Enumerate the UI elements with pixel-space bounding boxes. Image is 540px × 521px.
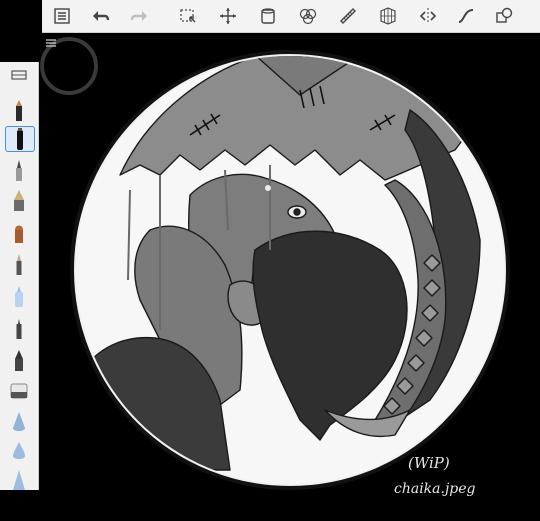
shapes-icon[interactable] — [490, 3, 518, 29]
transform-icon[interactable] — [214, 3, 242, 29]
puck-menu-icon[interactable] — [46, 39, 56, 47]
airbrush-icon[interactable] — [5, 284, 33, 308]
marker-icon[interactable] — [5, 126, 35, 152]
redo-icon[interactable] — [126, 3, 154, 29]
calligraphy-nib-icon[interactable] — [5, 348, 33, 372]
top-toolbar — [42, 0, 540, 33]
steady-stroke-icon[interactable] — [452, 3, 480, 29]
ink-pen-icon[interactable] — [5, 316, 33, 340]
fill-bucket-icon[interactable] — [254, 3, 282, 29]
fountain-nib-icon[interactable] — [5, 188, 33, 212]
brush-pen-icon[interactable] — [5, 158, 33, 182]
paint-cone-icon[interactable] — [5, 468, 33, 490]
eraser-icon[interactable] — [5, 378, 33, 402]
smudge-icon[interactable] — [5, 410, 33, 434]
fine-pencil-icon[interactable] — [5, 252, 33, 276]
undo-icon[interactable] — [86, 3, 114, 29]
artwork-note: (WiP) — [408, 454, 450, 472]
blur-drop-icon[interactable] — [5, 440, 33, 464]
artwork-signature: chaika.jpeg — [394, 481, 476, 497]
selection-icon[interactable] — [174, 3, 202, 29]
paint-brush-icon[interactable] — [5, 220, 33, 244]
lists-icon[interactable] — [48, 3, 76, 29]
symmetry-icon[interactable] — [414, 3, 442, 29]
color-icon[interactable] — [294, 3, 322, 29]
brush-palette — [0, 62, 39, 490]
ruler-icon[interactable] — [334, 3, 362, 29]
perspective-grid-icon[interactable] — [374, 3, 402, 29]
palette-menu-icon[interactable] — [5, 66, 33, 84]
pencil-icon[interactable] — [5, 98, 33, 122]
